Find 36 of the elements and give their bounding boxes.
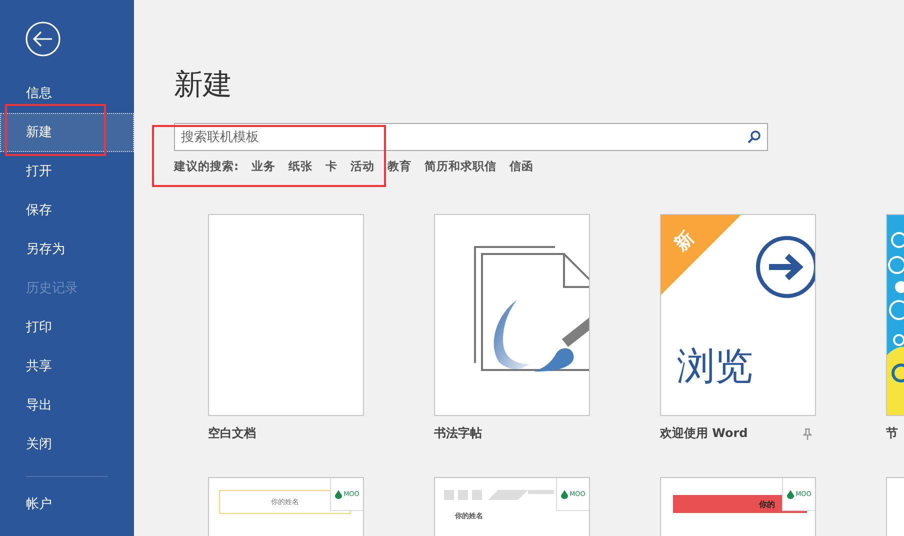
template-thumbnail[interactable] [208, 214, 364, 416]
template-thumbnail[interactable]: 新 浏览 [660, 214, 816, 416]
sidebar-item[interactable]: 另存为 [0, 230, 134, 269]
page-title: 新建 [174, 66, 233, 103]
sidebar-item[interactable]: 打印 [0, 308, 134, 347]
search-field[interactable]: 搜索联机模板 [174, 123, 768, 151]
suggestions-label: 建议的搜索: [174, 159, 239, 174]
template-name: 书法字帖 [434, 425, 482, 442]
suggestion-link[interactable]: 教育 [388, 159, 412, 174]
sidebar-item[interactable]: 信息 [0, 74, 134, 113]
sidebar-item[interactable]: 打开 [0, 152, 134, 191]
sidebar-item[interactable]: 共享 [0, 347, 134, 386]
template-thumbnail[interactable] [434, 214, 590, 416]
drop-icon [334, 490, 342, 498]
sidebar-item[interactable]: 导出 [0, 386, 134, 425]
suggestion-link[interactable]: 业务 [252, 159, 276, 174]
sidebar-item[interactable]: 帐户 [0, 485, 134, 524]
suggestion-link[interactable]: 活动 [350, 159, 375, 174]
sidebar-item[interactable]: 关闭 [0, 425, 134, 464]
drop-icon [786, 490, 794, 498]
sidebar-item[interactable]: 保存 [0, 191, 134, 230]
template-name: 欢迎使用 Word [660, 425, 748, 442]
suggestion-link[interactable]: 卡 [326, 159, 338, 174]
template-name: 空白文档 [208, 425, 256, 442]
template-name: 节 [886, 425, 898, 442]
sidebar-item[interactable]: 新建 [0, 113, 134, 152]
suggestion-link[interactable]: 纸张 [288, 159, 313, 174]
suggestion-link[interactable]: 简历和求职信 [424, 159, 497, 174]
drop-icon [560, 490, 568, 498]
search-icon[interactable] [747, 130, 761, 144]
browse-text: 浏览 [677, 343, 753, 390]
new-ribbon: 新 [661, 215, 741, 295]
pin-icon[interactable] [803, 428, 812, 440]
suggestion-link[interactable]: 信函 [510, 159, 534, 174]
back-button[interactable] [25, 21, 61, 57]
name-text: 你的 [759, 498, 775, 510]
